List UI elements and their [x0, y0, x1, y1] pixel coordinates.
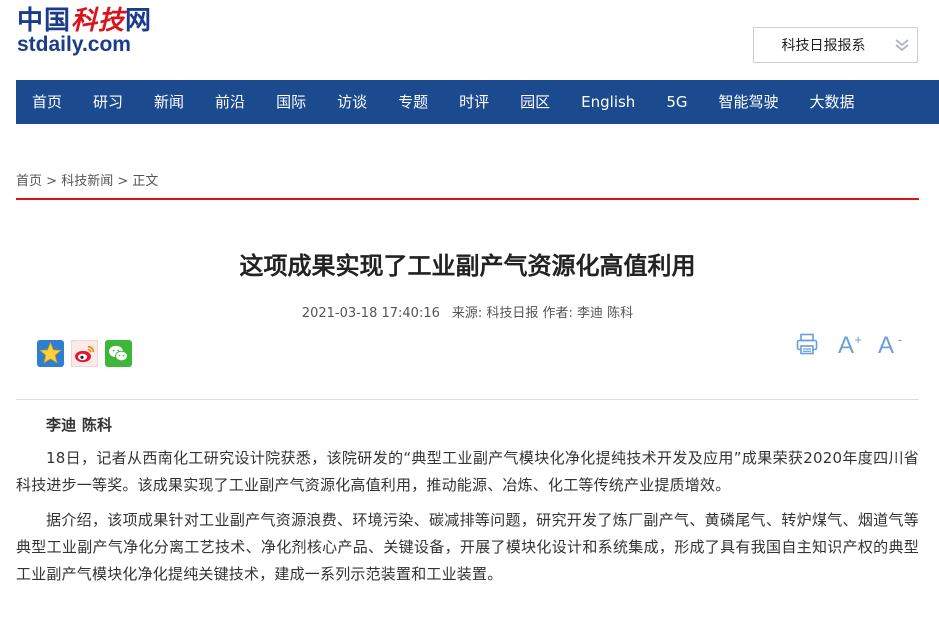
chevron-down-icon [887, 28, 917, 62]
nav-item-news[interactable]: 新闻 [138, 80, 199, 124]
article-source: 来源: 科技日报 [451, 306, 539, 321]
article-byline: 李迪 陈科 [46, 416, 113, 434]
breadcrumb-separator: > [46, 174, 58, 189]
font-decrease-button[interactable]: A- [873, 332, 902, 360]
main-nav: 首页 研习 新闻 前沿 国际 访谈 专题 时评 园区 English 5G 智能… [16, 80, 939, 124]
logo-cn-part3: 网 [125, 6, 153, 36]
brand-family-select[interactable]: 科技日报报系 [753, 27, 918, 63]
nav-item-5g[interactable]: 5G [650, 80, 702, 124]
site-logo[interactable]: 中国科技网 stdaily.com [17, 6, 152, 55]
article-datetime: 2021-03-18 17:40:16 [301, 306, 440, 321]
wechat-icon[interactable] [105, 340, 132, 367]
nav-item-study[interactable]: 研习 [77, 80, 138, 124]
content-divider [16, 399, 919, 400]
article-title: 这项成果实现了工业副产气资源化高值利用 [239, 252, 696, 280]
logo-english: stdaily.com [17, 33, 131, 56]
breadcrumb-current: 正文 [132, 174, 159, 189]
nav-item-international[interactable]: 国际 [260, 80, 321, 124]
breadcrumb-section[interactable]: 科技新闻 [61, 174, 113, 189]
article-tools: A + A- [795, 332, 902, 360]
breadcrumb-divider [16, 198, 919, 200]
print-icon[interactable] [795, 332, 819, 360]
article-body: 李迪 陈科 18日，记者从西南化工研究设计院获悉，该院研发的“典型工业副产气模块… [16, 412, 919, 596]
nav-item-smart-driving[interactable]: 智能驾驶 [702, 80, 793, 124]
nav-item-english[interactable]: English [565, 80, 650, 124]
breadcrumb-home[interactable]: 首页 [16, 174, 42, 189]
font-decrease-letter: A [877, 332, 894, 359]
nav-item-commentary[interactable]: 时评 [443, 80, 504, 124]
breadcrumb: 首页 > 科技新闻 > 正文 [16, 170, 158, 189]
weibo-icon[interactable] [71, 340, 98, 367]
article-meta: 2021-03-18 17:40:16 来源: 科技日报 作者: 李迪 陈科 [16, 302, 919, 321]
logo-chinese: 中国科技网 [17, 6, 152, 36]
font-increase-sign: + [854, 332, 862, 347]
article-author: 作者: 李迪 陈科 [542, 306, 634, 321]
article-paragraph: 据介绍，该项成果针对工业副产气资源浪费、环境污染、碳减排等问题，研究开发了炼厂副… [16, 511, 919, 583]
nav-item-home[interactable]: 首页 [16, 80, 77, 124]
brand-select-label: 科技日报报系 [781, 38, 866, 54]
nav-item-frontier[interactable]: 前沿 [199, 80, 260, 124]
nav-item-topics[interactable]: 专题 [382, 80, 443, 124]
share-bar [37, 340, 132, 367]
font-decrease-sign: - [897, 332, 902, 347]
font-increase-letter: A [837, 332, 854, 359]
nav-item-parks[interactable]: 园区 [504, 80, 565, 124]
article-paragraph: 18日，记者从西南化工研究设计院获悉，该院研发的“典型工业副产气模块化净化提纯技… [16, 449, 919, 494]
qzone-icon[interactable] [37, 340, 64, 367]
nav-item-big-data[interactable]: 大数据 [794, 80, 870, 124]
logo-cn-part2: 科技 [71, 6, 126, 36]
logo-cn-part1: 中国 [17, 6, 72, 36]
nav-item-interview[interactable]: 访谈 [321, 80, 382, 124]
breadcrumb-separator: > [117, 174, 129, 189]
font-increase-button[interactable]: A + [833, 332, 862, 360]
